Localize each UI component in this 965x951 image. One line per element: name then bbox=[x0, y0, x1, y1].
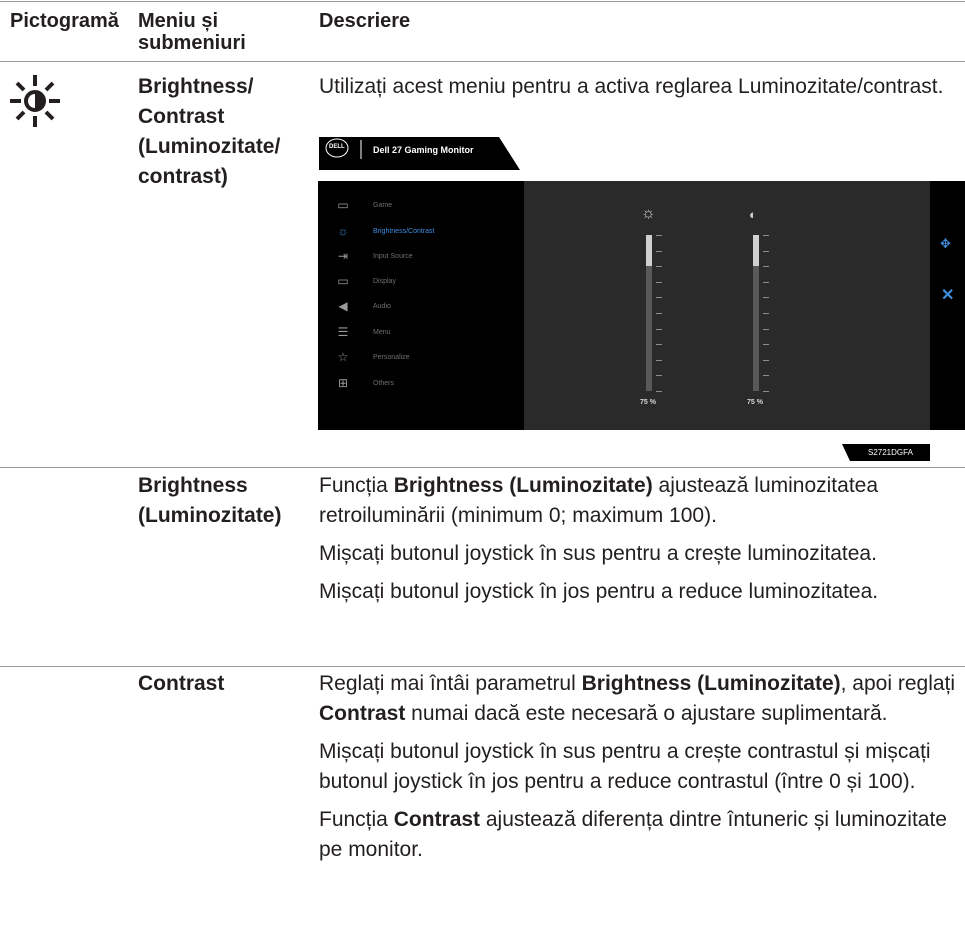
row1-rule bbox=[0, 467, 965, 468]
header-rule bbox=[0, 61, 965, 62]
osd-adjust-panel: ☼ ◐ 75 % 75 % bbox=[524, 181, 930, 430]
row2-description: Funcția Brightness (Luminozitate) ajuste… bbox=[319, 471, 959, 615]
contrast-desc-3: Funcția Contrast ajustează diferența din… bbox=[319, 808, 947, 861]
row3-description: Reglați mai întâi parametrul Brightness … bbox=[319, 669, 959, 873]
osd-side-controls: ✥ ✕ bbox=[930, 181, 965, 430]
slider-tick bbox=[656, 344, 662, 345]
brightness-value: 75 % bbox=[640, 399, 656, 406]
osd-title-bar: DELL Dell 27 Gaming Monitor bbox=[319, 137, 520, 170]
model-tag: S2721DGFA bbox=[842, 444, 930, 461]
display-icon: ▭ bbox=[337, 274, 349, 288]
slider-tick bbox=[656, 251, 662, 252]
brightness-desc-1: Funcția Brightness (Luminozitate) ajuste… bbox=[319, 474, 879, 527]
slider-tick bbox=[656, 266, 662, 267]
slider-tick bbox=[763, 344, 769, 345]
header-icon: Pictogramă bbox=[10, 10, 119, 32]
top-rule bbox=[0, 1, 965, 2]
row2-rule bbox=[0, 666, 965, 667]
osd-dell-logo: DELL bbox=[329, 144, 345, 150]
osd-monitor-title: Dell 27 Gaming Monitor bbox=[373, 145, 474, 155]
slider-tick bbox=[656, 375, 662, 376]
input-source-icon: ⇥ bbox=[337, 249, 349, 263]
slider-tick bbox=[763, 329, 769, 330]
osd-brightness-sun-icon: ☼ bbox=[641, 205, 656, 222]
game-icon: ▭ bbox=[337, 198, 349, 212]
menu-icon: ☰ bbox=[337, 325, 349, 339]
slider-tick bbox=[763, 282, 769, 283]
brightness-icon: ☼ bbox=[337, 224, 349, 238]
contrast-desc-1: Reglați mai întâi parametrul Brightness … bbox=[319, 672, 956, 725]
slider-tick bbox=[656, 329, 662, 330]
star-icon: ☆ bbox=[337, 350, 349, 364]
slider-tick bbox=[656, 360, 662, 361]
brightness-slider-fill bbox=[646, 235, 652, 266]
slider-tick bbox=[763, 391, 769, 392]
slider-tick bbox=[656, 282, 662, 283]
menu-contrast: Contrast bbox=[138, 672, 225, 695]
menu-brightness: Brightness (Luminozitate) bbox=[138, 474, 282, 527]
osd-screenshot: ▭ Game ☼ Brightness/Contrast ⇥ Input Sou… bbox=[318, 181, 965, 430]
slider-tick bbox=[763, 251, 769, 252]
sun-brightness-icon bbox=[10, 72, 60, 128]
osd-contrast-icon: ◐ bbox=[749, 207, 757, 222]
close-icon[interactable]: ✕ bbox=[941, 285, 954, 305]
header-menu: Meniu și submeniuri bbox=[138, 10, 246, 54]
header-description: Descriere bbox=[319, 10, 411, 32]
slider-tick bbox=[763, 297, 769, 298]
slider-tick bbox=[656, 297, 662, 298]
slider-tick bbox=[656, 391, 662, 392]
slider-tick bbox=[763, 375, 769, 376]
slider-tick bbox=[763, 266, 769, 267]
slider-tick bbox=[763, 313, 769, 314]
brightness-desc-2: Mișcați butonul joystick în sus pentru a… bbox=[319, 542, 877, 565]
osd-menu: ▭ Game ☼ Brightness/Contrast ⇥ Input Sou… bbox=[318, 181, 524, 430]
contrast-value: 75 % bbox=[747, 399, 763, 406]
contrast-slider-fill bbox=[753, 235, 759, 266]
model-name: S2721DGFA bbox=[868, 448, 913, 457]
joystick-move-icon[interactable]: ✥ bbox=[940, 236, 951, 252]
slider-tick bbox=[763, 235, 769, 236]
contrast-desc-2: Mișcați butonul joystick în sus pentru a… bbox=[319, 740, 931, 793]
brightness-slider[interactable] bbox=[646, 235, 662, 392]
row1-description: Utilizați acest meniu pentru a activa re… bbox=[319, 75, 944, 98]
menu-brightness-contrast: Brightness/ Contrast (Luminozitate/ cont… bbox=[138, 75, 281, 188]
slider-tick bbox=[656, 313, 662, 314]
slider-tick bbox=[763, 360, 769, 361]
slider-tick bbox=[656, 235, 662, 236]
brightness-desc-3: Mișcați butonul joystick în jos pentru a… bbox=[319, 580, 879, 603]
contrast-slider[interactable] bbox=[753, 235, 769, 392]
audio-icon: ◀ bbox=[338, 299, 348, 313]
others-icon: ⊞ bbox=[337, 376, 349, 390]
